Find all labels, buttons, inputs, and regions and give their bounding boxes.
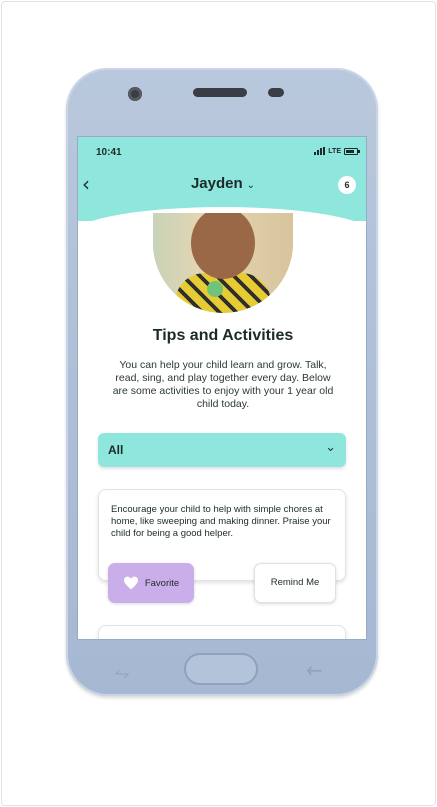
activity-text: Encourage your child to help with simple…	[111, 504, 331, 539]
remind-me-button[interactable]: Remind Me	[254, 563, 336, 603]
photo-toy	[207, 281, 223, 297]
page-title: Tips and Activities	[152, 327, 294, 344]
category-dropdown[interactable]: All ⌄	[98, 433, 346, 467]
network-label: LTE	[328, 147, 341, 155]
activity-card	[98, 625, 346, 639]
status-indicators: LTE	[314, 147, 360, 155]
status-time: 10:41	[96, 147, 122, 158]
app-header: 10:41 LTE ‹ Jayden ⌄ 6	[78, 137, 366, 237]
chevron-down-icon: ⌄	[325, 440, 336, 455]
app-screen: 10:41 LTE ‹ Jayden ⌄ 6 Tips and Activitie…	[77, 136, 367, 640]
notification-badge[interactable]: 6	[338, 176, 356, 194]
image-frame: ⥊ ← 10:41 LTE ‹ Jayden ⌄ 6 Tips and Acti…	[1, 1, 436, 806]
favorite-label: Favorite	[144, 577, 180, 589]
child-name: Jayden	[190, 175, 243, 192]
signal-icon	[314, 147, 326, 155]
intro-text: You can help your child learn and grow. …	[112, 359, 334, 410]
child-selector[interactable]: Jayden ⌄	[78, 175, 366, 192]
earpiece-speaker	[193, 88, 247, 97]
system-back-icon[interactable]: ←	[306, 658, 323, 682]
favorite-button[interactable]: Favorite	[108, 563, 194, 603]
dropdown-selected-value: All	[108, 443, 124, 457]
battery-icon	[344, 147, 360, 155]
heart-icon	[123, 576, 138, 590]
proximity-sensor	[268, 88, 284, 97]
recent-apps-icon[interactable]: ⥊	[114, 660, 130, 684]
front-camera	[128, 87, 142, 101]
home-button[interactable]	[184, 653, 258, 685]
photo-shirt	[175, 273, 271, 313]
child-photo	[153, 213, 293, 313]
chevron-down-icon: ⌄	[246, 180, 256, 191]
